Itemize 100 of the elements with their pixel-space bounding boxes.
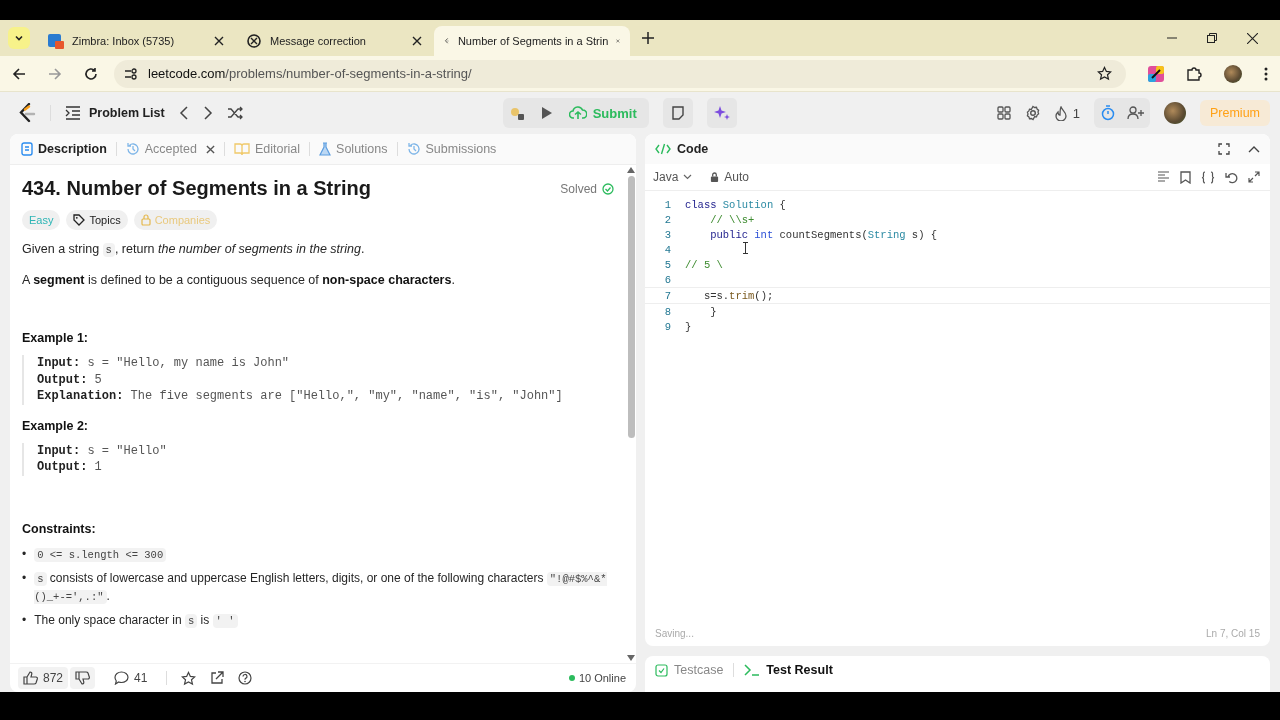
logo-icon[interactable] [18, 103, 36, 123]
bullet: • [22, 611, 27, 629]
example-line: Explanation: The five segments are ["Hello,", "my", "name", "is", "John"] [37, 388, 564, 405]
user-avatar[interactable] [1164, 102, 1186, 124]
topics-tag[interactable]: Topics [66, 210, 128, 230]
tab-title: Message correction [270, 35, 367, 47]
share-icon[interactable] [210, 671, 225, 685]
book-icon [233, 142, 250, 156]
panel-tab[interactable]: Accepted [122, 142, 218, 156]
bullet: • [22, 569, 27, 587]
more-icon[interactable] [1264, 66, 1268, 81]
problem-list-button[interactable]: Problem List [65, 106, 165, 120]
browser-tab[interactable]: Zimbra: Inbox (5735) [38, 26, 234, 56]
close-icon[interactable] [214, 36, 224, 46]
chevron-down-icon [683, 174, 693, 180]
code-line: // \\s+ [709, 213, 755, 226]
expand-icon[interactable] [1248, 171, 1260, 183]
streak-counter[interactable]: 1 [1054, 105, 1080, 121]
auto-mode-label: Auto [724, 170, 750, 184]
language-dropdown[interactable]: Java [653, 170, 693, 184]
history-icon [125, 142, 140, 156]
line-number: 3 [663, 228, 671, 241]
note-button[interactable] [662, 98, 693, 128]
lock-icon [140, 214, 151, 226]
solved-status: Solved [560, 181, 597, 196]
line-number: 6 [663, 273, 671, 286]
braces-icon[interactable] [1201, 170, 1215, 184]
collapse-icon[interactable] [1248, 145, 1260, 153]
profile-avatar[interactable] [1224, 64, 1242, 83]
address-field[interactable]: leetcode.com/problems/number-of-segments-in-a-string/ [114, 59, 1126, 88]
dislike-button[interactable] [70, 667, 96, 689]
example-line: Input: s = "Hello" [37, 442, 168, 459]
line-number: 2 [663, 213, 671, 226]
code-line: s=s.trim(); [702, 289, 774, 302]
shuffle-icon[interactable] [226, 106, 243, 120]
lock-icon [710, 171, 720, 183]
panel-tab[interactable]: Testcase [655, 663, 724, 677]
site-info-icon[interactable] [124, 67, 138, 80]
flame-icon [1054, 105, 1067, 121]
bookmark-star-icon[interactable] [1097, 66, 1112, 81]
forward-icon[interactable] [48, 66, 62, 81]
close-icon[interactable] [205, 144, 215, 154]
constraint-text: The only space character in s is ' ' [34, 611, 614, 630]
panel-tab[interactable]: Test Result [744, 663, 833, 677]
code-line: // 5 \ [685, 258, 723, 271]
panel-tab[interactable]: Submissions [403, 142, 500, 156]
close-icon[interactable] [412, 36, 422, 46]
flask-icon [319, 142, 332, 156]
star-icon[interactable] [181, 670, 197, 686]
description-text: Given a string s , return the number of segments in the string. [22, 241, 366, 259]
line-number: 1 [663, 198, 671, 211]
line-number: 7 [663, 289, 671, 302]
panel-tab[interactable]: Solutions [316, 142, 391, 156]
undo-icon[interactable] [1225, 170, 1238, 184]
line-number: 9 [663, 320, 671, 333]
tab-title: Number of Segments in a Strin [457, 35, 609, 47]
puzzle-icon[interactable] [1186, 65, 1202, 82]
new-tab-icon[interactable] [642, 32, 654, 44]
code-icon [655, 143, 671, 155]
scrollbar-thumb[interactable] [627, 176, 635, 438]
browser-tab[interactable]: Number of Segments in a Strin [434, 26, 630, 56]
scroll-down-icon[interactable] [627, 655, 635, 661]
browser-tab[interactable]: Message correction [236, 26, 432, 56]
bullet: • [22, 545, 27, 563]
online-dot [568, 675, 575, 681]
line-number: 4 [663, 243, 671, 256]
next-icon[interactable] [202, 106, 213, 120]
restore-icon[interactable] [1207, 33, 1217, 43]
line-number: 8 [663, 305, 671, 318]
back-icon[interactable] [12, 66, 26, 81]
tab-search-button[interactable] [8, 27, 30, 49]
text-cursor-icon [742, 242, 749, 254]
bookmark-icon[interactable] [1180, 170, 1191, 184]
url-text: leetcode.com/problems/number-of-segments-in-a-string/ [148, 66, 472, 81]
scroll-up-icon[interactable] [627, 167, 635, 173]
comments-button[interactable]: 41 [109, 667, 153, 689]
like-button[interactable]: 872 [18, 667, 69, 689]
example-line: Output: 5 [37, 371, 103, 388]
panel-tab[interactable]: Description [18, 142, 110, 156]
constraints-heading: Constraints: [22, 521, 97, 536]
note-icon [670, 106, 685, 120]
help-icon[interactable] [238, 671, 253, 685]
comment-icon [114, 671, 130, 685]
example-heading: Example 1: [22, 331, 89, 345]
panel-tab[interactable]: Editorial [230, 142, 304, 156]
color-picker-icon[interactable] [1148, 65, 1164, 82]
settings-icon[interactable] [1024, 105, 1041, 121]
example-line: Output: 1 [37, 459, 103, 476]
example-line: Input: s = "Hello, my name is John" [37, 355, 291, 372]
previous-icon[interactable] [178, 106, 189, 120]
reload-icon[interactable] [84, 66, 98, 81]
mail-app-icon [48, 33, 64, 49]
fullscreen-icon[interactable] [1218, 143, 1230, 155]
constraint-text: s consists of lowercase and uppercase English letters, digits, or one of the following characters "!@#$%^&*()_+-=',.:" . [34, 569, 608, 606]
layout-icon[interactable] [996, 106, 1011, 120]
cloud-upload-icon [568, 106, 587, 120]
close-icon[interactable] [1247, 32, 1258, 44]
sparkle-button[interactable] [706, 98, 737, 128]
checkbox-icon [655, 663, 668, 677]
code-line: } [685, 320, 692, 333]
